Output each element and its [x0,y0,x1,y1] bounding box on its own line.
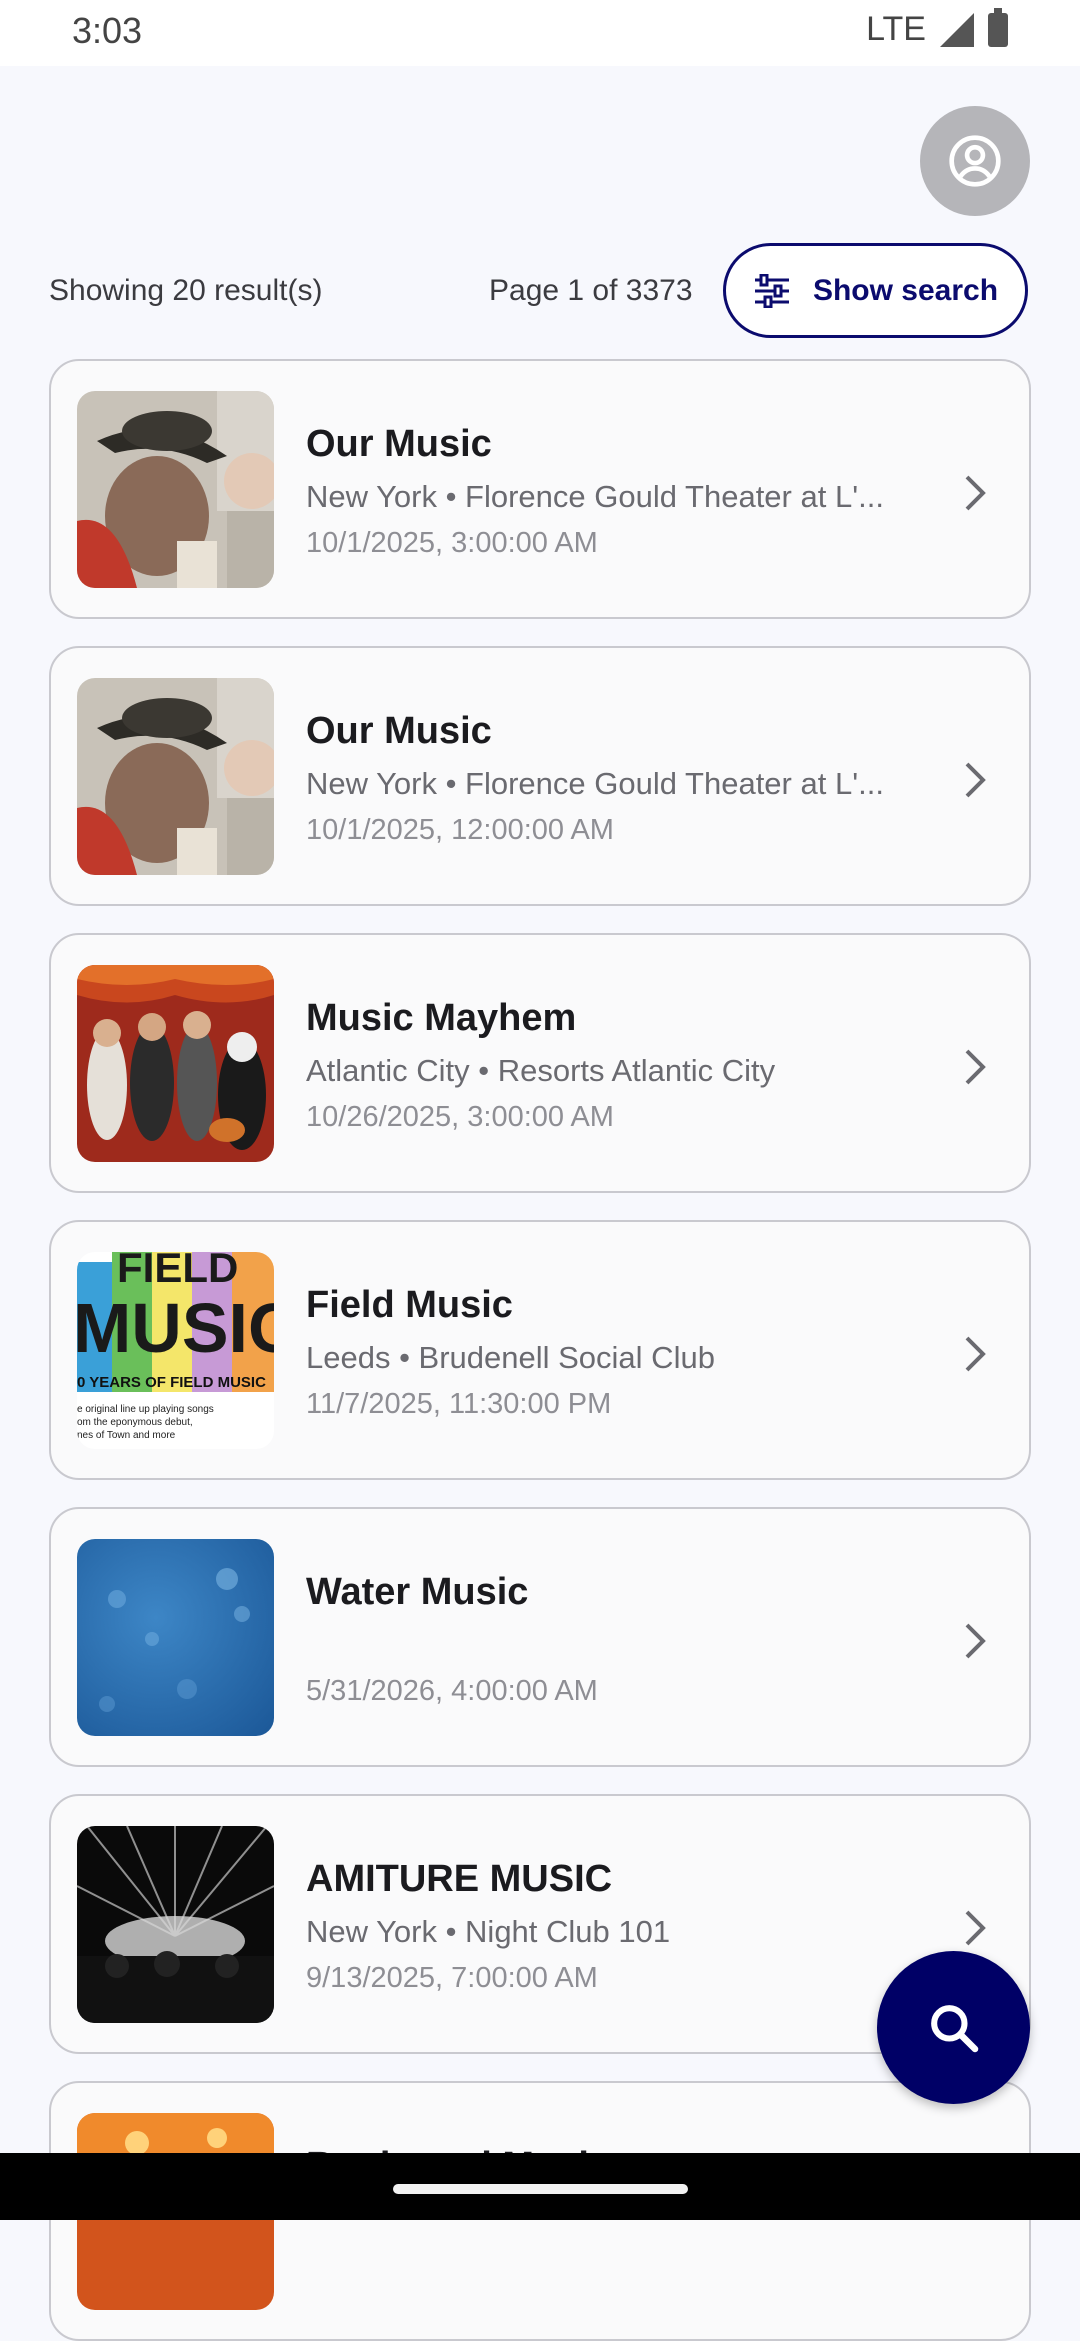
poster-line-1: FIELD [117,1252,238,1291]
chevron-right-icon [965,1623,986,1659]
event-card[interactable]: Music Mayhem Atlantic City • Resorts Atl… [49,933,1031,1193]
event-title: Field Music [306,1284,513,1326]
results-count: Showing 20 result(s) [49,274,323,307]
event-card[interactable]: Our Music New York • Florence Gould Thea… [49,359,1031,619]
poster-line-5: om the eponymous debut, [77,1417,193,1428]
event-thumbnail [77,965,274,1162]
event-thumbnail [77,678,274,875]
signal-icon [940,12,974,47]
event-title: Our Music [306,423,492,465]
event-datetime: 5/31/2026, 4:00:00 AM [306,1675,598,1707]
event-thumbnail [77,391,274,588]
poster-line-3: 0 YEARS OF FIELD MUSIC [77,1374,266,1391]
event-datetime: 11/7/2025, 11:30:00 PM [306,1388,612,1420]
event-location: Leeds • Brudenell Social Club [306,1340,715,1375]
chevron-right-icon [965,762,986,798]
chevron-right-icon [965,1336,986,1372]
show-search-label: Show search [812,273,999,307]
event-thumbnail [77,1539,274,1736]
event-location: Atlantic City • Resorts Atlantic City [306,1053,776,1088]
status-bar: 3:03 LTE [0,0,1080,66]
event-datetime: 10/1/2025, 3:00:00 AM [306,527,598,559]
poster-line-6: nes of Town and more [77,1430,176,1441]
event-title: Water Music [306,1571,529,1613]
search-fab-button[interactable] [877,1951,1030,2104]
show-search-button[interactable]: Show search [723,243,1028,338]
poster-line-2: MUSIC [77,1289,274,1367]
event-card[interactable]: Water Music 5/31/2026, 4:00:00 AM [49,1507,1031,1767]
event-location: New York • Florence Gould Theater at L'.… [306,766,884,801]
event-card[interactable]: FIELD MUSIC 0 YEARS OF FIELD MUSIC e ori… [49,1220,1031,1480]
event-datetime: 10/1/2025, 12:00:00 AM [306,814,614,846]
event-thumbnail: FIELD MUSIC 0 YEARS OF FIELD MUSIC e ori… [77,1252,274,1449]
page-info: Page 1 of 3373 [489,274,693,307]
event-title: AMITURE MUSIC [306,1858,613,1900]
status-time: 3:03 [72,10,143,51]
event-location: New York • Florence Gould Theater at L'.… [306,479,884,514]
poster-line-4: e original line up playing songs [77,1404,214,1415]
battery-icon [988,7,1008,47]
event-thumbnail [77,1826,274,2023]
chevron-right-icon [965,1910,986,1946]
chevron-right-icon [965,1049,986,1085]
event-datetime: 10/26/2025, 3:00:00 AM [306,1101,614,1133]
event-location: New York • Night Club 101 [306,1914,671,1949]
event-card[interactable]: Our Music New York • Florence Gould Thea… [49,646,1031,906]
event-datetime: 9/13/2025, 7:00:00 AM [306,1962,598,1994]
tune-icon [754,273,789,308]
status-icons: LTE [866,7,1008,49]
search-icon [930,2004,978,2052]
event-title: Our Music [306,710,492,752]
home-gesture-handle[interactable] [393,2184,688,2194]
event-title: Music Mayhem [306,997,577,1039]
chevron-right-icon [965,475,986,511]
account-circle-icon [949,135,1001,187]
network-type: LTE [866,10,926,48]
account-button[interactable] [920,106,1030,216]
